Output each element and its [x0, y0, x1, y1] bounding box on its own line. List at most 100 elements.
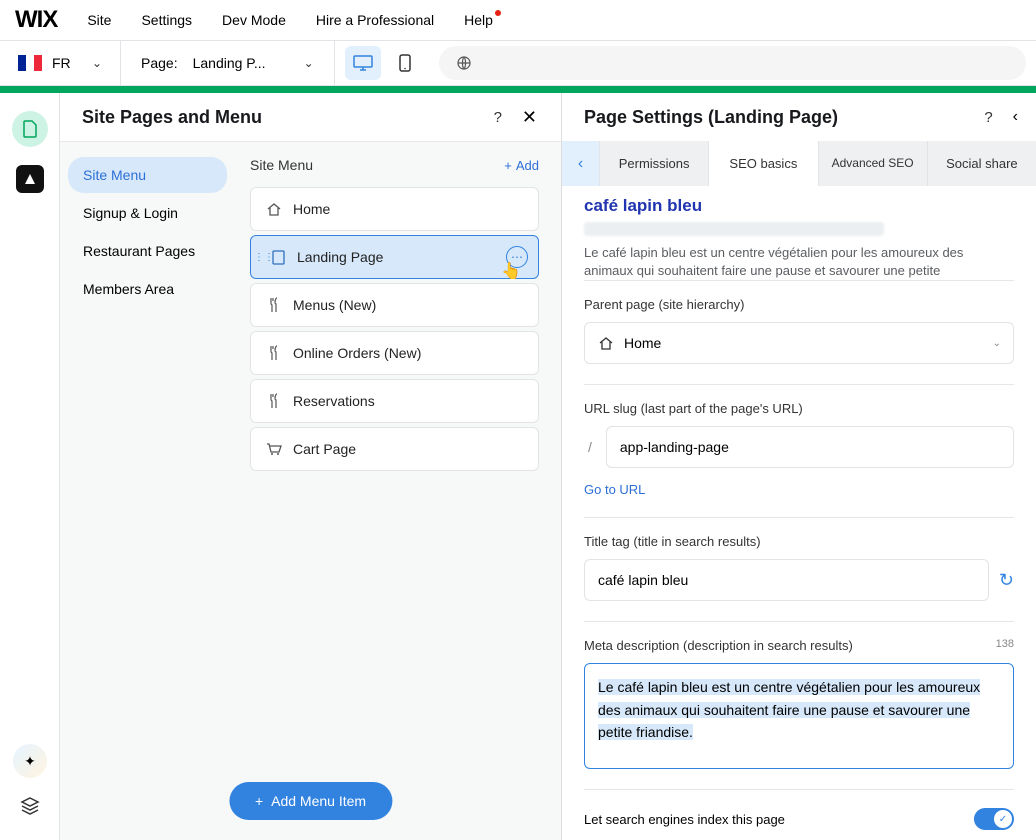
menu-site[interactable]: Site — [87, 12, 111, 28]
pages-rail-button[interactable] — [12, 111, 48, 147]
fork-icon — [265, 297, 283, 313]
category-members[interactable]: Members Area — [68, 271, 227, 307]
page-selector-value: Landing P... — [193, 55, 273, 71]
page-categories: Site Menu Signup & Login Restaurant Page… — [60, 142, 235, 840]
locale-selector[interactable]: FR ⌄ — [0, 41, 121, 85]
desktop-view-button[interactable] — [345, 46, 381, 80]
fork-icon — [265, 345, 283, 361]
menu-hire[interactable]: Hire a Professional — [316, 12, 434, 28]
site-pages-header: Site Pages and Menu ? ✕ — [60, 93, 561, 141]
page-more-button[interactable]: ⋯👆 — [506, 246, 528, 268]
page-settings-title: Page Settings (Landing Page) — [584, 107, 838, 128]
page-selector[interactable]: Page: Landing P... ⌄ — [121, 41, 335, 85]
tab-scroll-left[interactable]: ‹ — [562, 141, 600, 186]
page-item-home[interactable]: Home — [250, 187, 539, 231]
home-icon — [598, 336, 614, 350]
cursor-icon: 👆 — [501, 261, 521, 281]
serp-preview-desc: Le café lapin bleu est un centre végétal… — [584, 244, 1014, 280]
parent-page-select[interactable]: Home ⌄ — [584, 322, 1014, 364]
toolbar: FR ⌄ Page: Landing P... ⌄ — [0, 40, 1036, 86]
title-tag-input[interactable] — [584, 559, 989, 601]
shape-icon — [23, 172, 37, 186]
page-item-label: Home — [293, 201, 330, 217]
index-toggle[interactable] — [974, 808, 1014, 830]
settings-content: café lapin bleu Le café lapin bleu est u… — [562, 186, 1036, 840]
page-item-reservations[interactable]: Reservations — [250, 379, 539, 423]
page-settings-header: Page Settings (Landing Page) ? ‹ — [562, 93, 1036, 141]
page-selector-label: Page: — [141, 55, 178, 71]
help-button[interactable]: ? — [984, 109, 992, 126]
menu-help[interactable]: Help — [464, 12, 493, 28]
fork-icon — [265, 393, 283, 409]
refresh-button[interactable]: ↻ — [999, 570, 1014, 591]
locale-code: FR — [52, 55, 71, 71]
tab-advanced-seo[interactable]: Advanced SEO — [819, 141, 928, 186]
help-button[interactable]: ? — [494, 109, 502, 126]
category-site-menu[interactable]: Site Menu — [68, 157, 227, 193]
parent-page-label: Parent page (site hierarchy) — [584, 297, 1014, 312]
category-restaurant[interactable]: Restaurant Pages — [68, 233, 227, 269]
url-bar[interactable] — [439, 46, 1026, 80]
category-signup-login[interactable]: Signup & Login — [68, 195, 227, 231]
meta-char-count: 138 — [996, 638, 1014, 653]
page-item-cart[interactable]: Cart Page — [250, 427, 539, 471]
plus-icon: + — [255, 793, 263, 809]
parent-page-value: Home — [624, 335, 661, 351]
chevron-down-icon: ⌄ — [304, 56, 314, 70]
page-item-menus[interactable]: Menus (New) — [250, 283, 539, 327]
tab-seo-basics[interactable]: SEO basics — [709, 141, 818, 186]
url-slash: / — [584, 439, 596, 455]
tab-social-share[interactable]: Social share — [928, 141, 1036, 186]
menu-items-column: Site Menu +Add Home ⋮⋮ Landing Page ⋯👆 M… — [235, 142, 561, 840]
page-icon — [22, 120, 38, 138]
layers-button[interactable] — [20, 796, 40, 822]
flag-france-icon — [18, 55, 42, 71]
page-item-label: Cart Page — [293, 441, 356, 457]
left-rail: ✦ — [0, 93, 60, 840]
site-pages-panel: Site Pages and Menu ? ✕ Site Menu Signup… — [60, 93, 562, 840]
mobile-icon — [399, 54, 411, 72]
menu-column-title: Site Menu — [250, 157, 313, 173]
page-settings-panel: Page Settings (Landing Page) ? ‹ ‹ Permi… — [562, 93, 1036, 840]
globe-icon — [457, 56, 471, 70]
layers-icon — [20, 796, 40, 816]
site-pages-title: Site Pages and Menu — [82, 107, 262, 128]
page-item-landing[interactable]: ⋮⋮ Landing Page ⋯👆 — [250, 235, 539, 279]
meta-desc-label: Meta description (description in search … — [584, 638, 853, 653]
close-button[interactable]: ‹ — [1013, 108, 1018, 126]
meta-desc-textarea[interactable]: Le café lapin bleu est un centre végétal… — [584, 663, 1014, 769]
go-to-url-link[interactable]: Go to URL — [584, 482, 645, 497]
serp-preview-title: café lapin bleu — [584, 196, 1014, 216]
chevron-down-icon: ⌄ — [92, 56, 102, 70]
page-item-label: Online Orders (New) — [293, 345, 421, 361]
tab-permissions[interactable]: Permissions — [600, 141, 709, 186]
wix-logo: WIX — [15, 6, 57, 34]
page-item-label: Menus (New) — [293, 297, 376, 313]
add-page-link[interactable]: +Add — [504, 158, 539, 173]
menu-devmode[interactable]: Dev Mode — [222, 12, 286, 28]
accent-strip — [0, 86, 1036, 93]
index-toggle-label: Let search engines index this page — [584, 812, 785, 827]
serp-preview-url — [584, 222, 884, 236]
page-item-label: Reservations — [293, 393, 375, 409]
chevron-down-icon: ⌄ — [993, 338, 1001, 349]
url-slug-label: URL slug (last part of the page's URL) — [584, 401, 1014, 416]
sparkle-icon: ✦ — [24, 753, 36, 770]
cart-icon — [265, 442, 283, 456]
desktop-icon — [353, 55, 373, 71]
url-slug-input[interactable] — [606, 426, 1014, 468]
settings-tabs: ‹ Permissions SEO basics Advanced SEO So… — [562, 141, 1036, 186]
menu-settings[interactable]: Settings — [141, 12, 192, 28]
drag-handle-icon[interactable]: ⋮⋮ — [254, 255, 274, 260]
editor-rail-button[interactable] — [16, 165, 44, 193]
plus-icon: + — [504, 158, 512, 173]
page-item-label: Landing Page — [297, 249, 383, 265]
page-item-orders[interactable]: Online Orders (New) — [250, 331, 539, 375]
mobile-view-button[interactable] — [387, 46, 423, 80]
add-menu-item-button[interactable]: + Add Menu Item — [229, 782, 392, 820]
close-button[interactable]: ✕ — [522, 107, 537, 128]
ai-assist-button[interactable]: ✦ — [13, 744, 47, 778]
top-menu-bar: WIX Site Settings Dev Mode Hire a Profes… — [0, 0, 1036, 40]
device-switcher — [335, 41, 433, 85]
home-icon — [265, 202, 283, 216]
